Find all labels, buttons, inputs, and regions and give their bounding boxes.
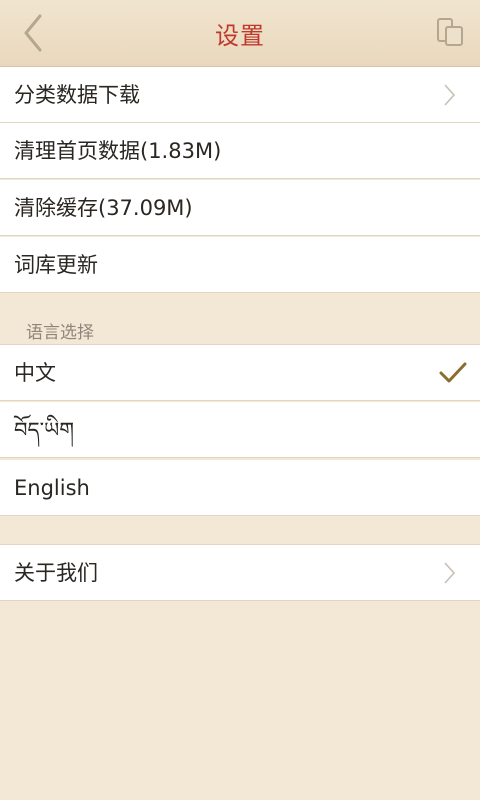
row-label: 清除缓存(37.09M) bbox=[14, 196, 193, 220]
dictionary-update-row[interactable]: 词库更新 bbox=[0, 237, 480, 293]
title-bar: 设置 bbox=[0, 0, 480, 67]
row-label: བོད་ཡིག bbox=[14, 418, 75, 442]
clear-cache-row[interactable]: 清除缓存(37.09M) bbox=[0, 180, 480, 236]
clear-home-data-row[interactable]: 清理首页数据(1.83M) bbox=[0, 123, 480, 179]
row-label: 关于我们 bbox=[14, 561, 98, 585]
row-label: 中文 bbox=[14, 361, 56, 385]
row-label: 词库更新 bbox=[14, 253, 98, 277]
language-option-chinese[interactable]: 中文 bbox=[0, 345, 480, 401]
category-data-download-row[interactable]: 分类数据下载 bbox=[0, 67, 480, 123]
page-title: 设置 bbox=[215, 22, 265, 50]
row-label: English bbox=[14, 476, 90, 500]
language-option-tibetan[interactable]: བོད་ཡིག bbox=[0, 402, 480, 458]
copy-button[interactable] bbox=[434, 16, 466, 48]
language-option-english[interactable]: English bbox=[0, 460, 480, 516]
chevron-right-icon bbox=[444, 84, 456, 106]
chevron-right-icon bbox=[444, 562, 456, 584]
row-label: 清理首页数据(1.83M) bbox=[14, 139, 222, 163]
copy-icon bbox=[437, 18, 463, 46]
language-section-label: 语言选择 bbox=[26, 323, 94, 343]
about-us-row[interactable]: 关于我们 bbox=[0, 545, 480, 601]
row-label: 分类数据下载 bbox=[14, 83, 140, 107]
checkmark-icon bbox=[439, 362, 467, 383]
